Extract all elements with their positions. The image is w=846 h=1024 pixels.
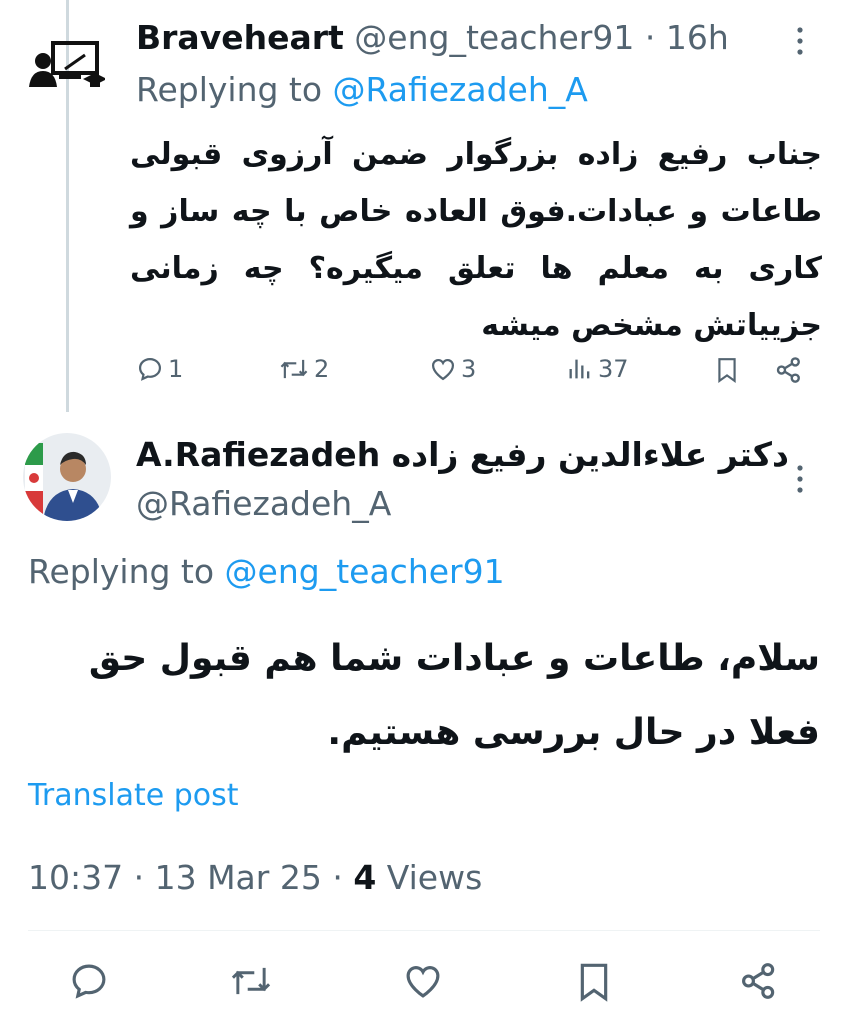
repost-button[interactable]: 2 <box>278 355 329 383</box>
replying-to: Replying to @Rafiezadeh_A <box>136 70 588 109</box>
separator: · <box>123 858 155 897</box>
views-button[interactable]: 37 <box>566 355 629 383</box>
views-count: 37 <box>598 355 629 383</box>
share-icon[interactable] <box>738 960 780 1002</box>
reply-count: 1 <box>168 355 184 383</box>
author-handle[interactable]: @Rafiezadeh_A <box>136 484 391 523</box>
like-count: 3 <box>461 355 477 383</box>
parent-time[interactable]: 16h <box>666 18 729 57</box>
more-icon[interactable] <box>790 462 810 500</box>
replying-to: Replying to @eng_teacher91 <box>28 552 505 591</box>
parent-header: Braveheart @eng_teacher91 · 16h <box>136 18 729 57</box>
avatar[interactable] <box>23 433 111 521</box>
separator: · <box>321 858 354 897</box>
replying-label: Replying to <box>136 70 333 109</box>
share-icon[interactable] <box>774 355 804 385</box>
bookmark-icon[interactable] <box>574 960 614 1004</box>
separator: · <box>634 18 666 57</box>
views-icon <box>569 359 590 379</box>
tweet-text: سلام، طاعات و عبادات شما هم قبول حق فعلا… <box>88 638 820 753</box>
bookmark-icon[interactable] <box>714 355 740 385</box>
more-icon[interactable] <box>790 24 810 62</box>
like-icon[interactable] <box>402 960 444 1002</box>
avatar[interactable] <box>25 35 107 95</box>
like-icon <box>431 358 455 381</box>
timestamp: 10:37 · 13 Mar 25 · 4 Views <box>28 858 482 897</box>
views-label: Views <box>376 858 483 897</box>
parent-tweet-text: جناب رفیع زاده بزرگوار ضمن آرزوی قبولی ط… <box>130 137 822 343</box>
repost-count: 2 <box>314 355 330 383</box>
reply-icon[interactable] <box>68 960 110 1002</box>
author-display-name[interactable]: A.Rafiezadeh دکتر علاءالدین رفیع زاده <box>136 435 789 474</box>
repost-icon <box>280 359 308 379</box>
post-time[interactable]: 10:37 <box>28 858 123 897</box>
replying-label: Replying to <box>28 552 225 591</box>
like-button[interactable]: 3 <box>429 355 476 383</box>
replying-handle-link[interactable]: @eng_teacher91 <box>225 552 505 591</box>
parent-display-name[interactable]: Braveheart <box>136 18 344 57</box>
views-count: 4 <box>353 858 377 897</box>
main-action-bar <box>28 960 818 1006</box>
post-date[interactable]: 13 Mar 25 <box>155 858 322 897</box>
divider <box>28 930 820 931</box>
reply-button[interactable]: 1 <box>136 355 183 383</box>
repost-icon[interactable] <box>228 960 274 1002</box>
parent-handle[interactable]: @eng_teacher91 <box>354 18 634 57</box>
parent-action-bar: 1 2 3 37 <box>136 355 806 389</box>
reply-icon <box>138 357 162 381</box>
translate-post-link[interactable]: Translate post <box>28 778 239 813</box>
replying-handle-link[interactable]: @Rafiezadeh_A <box>333 70 588 109</box>
